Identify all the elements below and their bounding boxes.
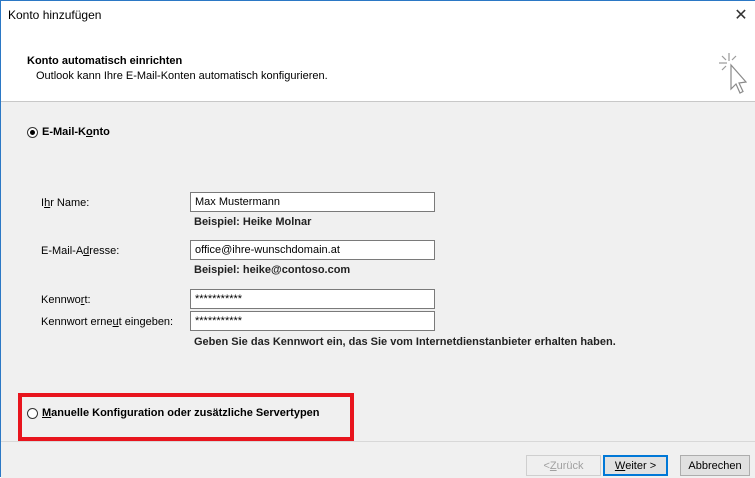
next-button[interactable]: Weiter > xyxy=(603,455,668,476)
password-confirm-label: Kennwort erneut eingeben: xyxy=(41,316,174,328)
password-input[interactable] xyxy=(190,289,435,309)
password-hint: Geben Sie das Kennwort ein, das Sie vom … xyxy=(194,336,616,348)
window-title: Konto hinzufügen xyxy=(8,8,102,22)
email-label: E-Mail-Adresse: xyxy=(41,245,120,257)
wizard-footer: < Zurück Weiter > Abbrechen xyxy=(1,441,755,478)
title-bar: Konto hinzufügen ✕ xyxy=(1,1,755,29)
name-input[interactable] xyxy=(190,192,435,212)
name-label: Ihr Name: xyxy=(41,197,90,209)
email-account-radio[interactable] xyxy=(27,127,38,138)
close-button[interactable]: ✕ xyxy=(727,1,755,29)
close-icon: ✕ xyxy=(734,7,748,24)
email-input[interactable] xyxy=(190,240,435,260)
wizard-header: Konto automatisch einrichten Outlook kan… xyxy=(1,29,755,101)
back-button[interactable]: < Zurück xyxy=(526,455,601,476)
add-account-dialog: Konto hinzufügen ✕ Konto automatisch ein… xyxy=(0,0,755,478)
name-hint: Beispiel: Heike Molnar xyxy=(194,216,312,228)
highlight-annotation-box xyxy=(18,393,354,441)
password-confirm-input[interactable] xyxy=(190,311,435,331)
email-account-label[interactable]: E-Mail-Konto xyxy=(42,126,110,138)
wizard-body xyxy=(1,102,755,441)
cursor-sparkle-icon xyxy=(719,53,747,94)
header-title: Konto automatisch einrichten xyxy=(27,55,183,67)
cancel-button[interactable]: Abbrechen xyxy=(680,455,750,476)
email-hint: Beispiel: heike@contoso.com xyxy=(194,264,351,276)
header-subtitle: Outlook kann Ihre E-Mail-Konten automati… xyxy=(36,70,328,82)
password-label: Kennwort: xyxy=(41,294,91,306)
